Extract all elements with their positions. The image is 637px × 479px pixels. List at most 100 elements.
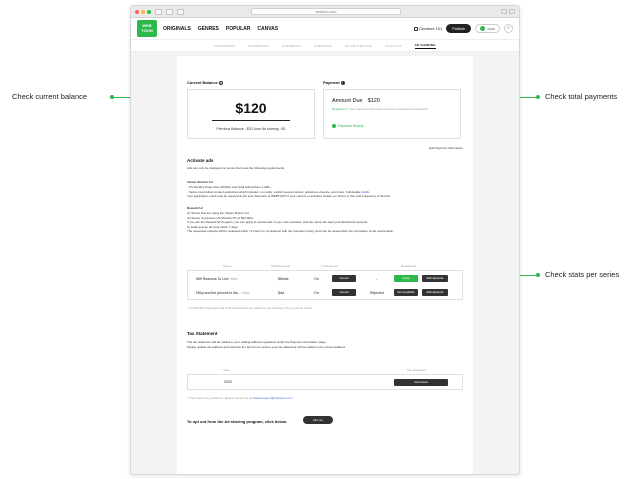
col-tax-statement: Tax Statement — [407, 368, 427, 372]
canvas: Check current balance Check total paymen… — [0, 0, 637, 479]
creators-icon — [414, 26, 419, 31]
url-bar[interactable]: webtoon.com — [251, 8, 401, 15]
edit-payment-link[interactable]: Edit Payment Information — [429, 146, 463, 150]
viewer-ad-status: On — [314, 277, 319, 281]
balance-amount: $120 — [235, 100, 267, 116]
info-icon[interactable]: i — [218, 80, 223, 85]
table-row: Dilky and the princes in dis... Stats $A… — [188, 286, 462, 300]
tax-title: Tax Statement — [187, 331, 218, 336]
callout-balance: Check current balance — [12, 92, 88, 101]
edit-episode-button[interactable]: Edit Episode — [422, 289, 448, 296]
not-available-button: Not Available — [394, 289, 418, 296]
reward-status: - — [376, 277, 378, 281]
user-name: WEBI — [487, 26, 495, 31]
series-revenue: $Mode — [278, 277, 289, 281]
maximize-dot[interactable] — [147, 9, 151, 14]
publish-button[interactable]: Publish — [446, 24, 472, 33]
tab-creators[interactable]: CREATORS — [314, 44, 332, 48]
col-reward-ad: Reward Ad — [401, 264, 416, 268]
viewer-ad-title: Viewer Bottom Ad — [187, 180, 213, 184]
edit-episode-button[interactable]: Edit Episode — [422, 275, 448, 282]
webtoon-logo[interactable]: WEB TOON — [137, 20, 157, 37]
browser-chrome: webtoon.com — [131, 6, 519, 18]
creators-link[interactable]: Creators 101 — [414, 26, 442, 31]
col-year: Year — [223, 368, 230, 372]
cancel-button[interactable]: Cancel — [332, 275, 356, 282]
callout-dot — [536, 95, 540, 99]
header-actions: Creators 101 Publish WEBI ⌕ — [414, 24, 513, 33]
col-series: Series — [223, 264, 232, 268]
col-viewer-ad: In Viewer Ad — [321, 264, 338, 268]
stats-link[interactable]: Stats — [242, 291, 250, 295]
menu-canvas[interactable]: CANVAS — [257, 26, 278, 32]
tax-note-text: * If you have any questions, please cont… — [187, 396, 252, 400]
main-menu: ORIGINALS GENRES POPULAR CANVAS — [163, 26, 278, 32]
user-menu[interactable]: WEBI — [475, 24, 500, 33]
payment-status: Registered / Your Payment Information ha… — [332, 107, 452, 111]
viewer-line-3: Your application result may be rejected … — [187, 194, 392, 198]
browser-window: webtoon.com WEB TOON ORIGINALS GENRES PO… — [130, 5, 520, 475]
balance-label: Current Balance — [187, 80, 218, 85]
activate-intro: Ads can only be displayed on series that… — [187, 166, 285, 170]
payment-history-link[interactable]: Payment History — [332, 124, 364, 128]
series-table-header: Series Total Revenue In Viewer Ad Reward… — [187, 262, 463, 270]
optout-button[interactable]: Opt out — [303, 416, 333, 424]
activate-title: Activate ads — [187, 158, 214, 163]
tax-table: 2020 Download — [187, 374, 463, 390]
tab-dashboard[interactable]: DASHBOARD — [214, 44, 235, 48]
callout-dot — [536, 273, 540, 277]
amount-due: Amount Due $120 — [332, 98, 380, 104]
payment-note: / Your Payment Information has been regi… — [346, 107, 429, 111]
tab-comments[interactable]: COMMENTS — [282, 44, 301, 48]
share-icon[interactable] — [501, 9, 507, 14]
site-header: WEB TOON ORIGINALS GENRES POPULAR CANVAS… — [131, 18, 519, 40]
menu-originals[interactable]: ORIGINALS — [163, 26, 191, 32]
amount-due-value: $120 — [367, 98, 380, 104]
viewer-line-2-text: - Series must follow content guidelines … — [187, 189, 361, 194]
menu-genres[interactable]: GENRES — [198, 26, 219, 32]
menu-popular[interactable]: POPULAR — [226, 26, 250, 32]
download-button[interactable]: Download — [394, 379, 448, 386]
guidelines-link[interactable]: HERE — [361, 190, 369, 194]
back-icon[interactable] — [166, 8, 173, 15]
series-name: 969 Reasons To Live Stats — [196, 277, 238, 281]
tab-account[interactable]: ACCOUNT — [385, 44, 401, 48]
close-dot[interactable] — [135, 9, 139, 14]
reward-status: Rejected — [370, 291, 384, 295]
series-name: Dilky and the princes in dis... Stats — [196, 291, 250, 295]
balance-heading: Current Balance i — [187, 80, 223, 85]
creator-subnav: DASHBOARD DASHBOARD COMMENTS CREATORS AD… — [131, 40, 519, 52]
reward-ad-title: Reward Ad — [187, 206, 203, 210]
info-icon[interactable]: i — [340, 80, 345, 85]
payment-registered: Registered — [332, 107, 347, 111]
ad-sharing-panel: Current Balance i $120 Previous Balance :… — [177, 56, 473, 474]
balance-detail: Previous Balance : $30 June Ad sharing :… — [216, 127, 286, 131]
divider — [212, 120, 290, 121]
tab-ad-sharing[interactable]: AD SHARING — [414, 43, 436, 49]
support-email-link[interactable]: creatorsupport@webtoon.com — [252, 396, 292, 400]
tabs-icon[interactable] — [509, 9, 515, 14]
apply-button[interactable]: Apply — [394, 275, 418, 282]
payment-heading: Payment i — [323, 80, 345, 85]
col-revenue: Total Revenue — [271, 264, 291, 268]
viewer-ad-status: On — [314, 291, 319, 295]
reward-line-5: The requested episode will be reviewed w… — [187, 229, 395, 233]
tax-table-header: Year Tax Statement — [187, 366, 463, 374]
creators-label: Creators 101 — [419, 26, 443, 31]
forward-icon[interactable] — [177, 8, 184, 15]
series-table: 969 Reasons To Live Stats $Mode On Cance… — [187, 270, 463, 300]
tab-dashboard-2[interactable]: DASHBOARD — [248, 44, 269, 48]
tax-line-2: Please update the address and resubmit t… — [187, 344, 346, 349]
sidebar-icon[interactable] — [155, 8, 162, 15]
minimize-dot[interactable] — [141, 9, 145, 14]
callout-series: Check stats per series — [545, 270, 620, 279]
balance-card: $120 Previous Balance : $30 June Ad shar… — [187, 89, 315, 139]
avatar — [480, 26, 486, 31]
callout-payments: Check total payments — [545, 92, 618, 101]
cancel-button[interactable]: Cancel — [332, 289, 356, 296]
stats-link[interactable]: Stats — [230, 277, 238, 281]
tax-contact-note: * If you have any questions, please cont… — [187, 396, 292, 400]
amount-due-label: Amount Due — [332, 98, 363, 104]
search-icon[interactable]: ⌕ — [504, 24, 513, 33]
tab-ad-protection[interactable]: AD PROTECTION — [345, 44, 372, 48]
